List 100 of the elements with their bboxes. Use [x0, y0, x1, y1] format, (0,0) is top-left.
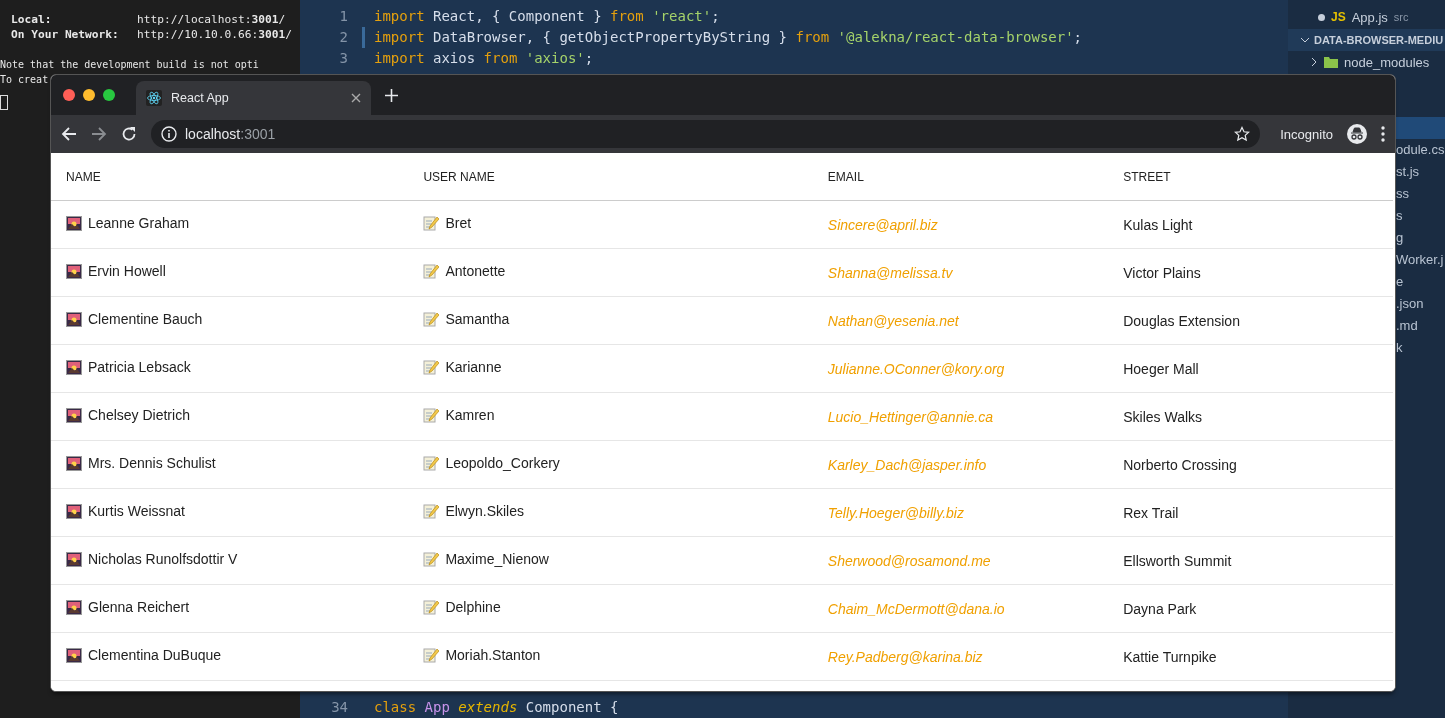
address-bar[interactable]: localhost:3001 [151, 120, 1261, 148]
picture-icon [66, 503, 82, 519]
name-text: Ervin Howell [88, 263, 166, 280]
file-name[interactable]: g [1396, 230, 1404, 245]
file-name[interactable]: App.js [1351, 9, 1388, 25]
street-text: Kulas Light [1123, 216, 1193, 233]
picture-icon [66, 551, 82, 567]
name-text: Leanne Graham [88, 215, 190, 232]
username-text: Elwyn.Skiles [445, 503, 524, 519]
file-name[interactable]: s [1396, 208, 1403, 223]
reload-button[interactable] [121, 126, 137, 142]
file-name[interactable]: e [1396, 274, 1404, 289]
line-number: 3 [338, 49, 349, 68]
line-number: 2 [300, 27, 365, 48]
file-name[interactable]: st.js [1396, 164, 1420, 179]
street-text: Kattie Turnpike [1123, 648, 1217, 665]
back-button[interactable] [61, 126, 77, 142]
picture-icon [66, 215, 82, 231]
memo-icon [423, 263, 440, 279]
minimize-window-button[interactable] [83, 89, 95, 101]
column-header: USER NAME [423, 169, 495, 184]
username-text: Kamren [445, 407, 495, 423]
unsaved-dot [1318, 13, 1325, 21]
close-window-button[interactable] [63, 89, 75, 101]
street-text: Ellsworth Summit [1123, 552, 1232, 569]
terminal-text: To creat [0, 73, 49, 87]
maximize-window-button[interactable] [103, 89, 115, 101]
terminal-cursor [0, 95, 8, 110]
folder-label: src [1393, 11, 1409, 23]
folder-icon [1324, 56, 1338, 68]
info-icon [161, 126, 177, 142]
column-header: NAME [66, 169, 101, 184]
username-text: Delphine [445, 599, 501, 615]
tab-title: React App [171, 91, 230, 105]
line-number: 1 [338, 7, 349, 26]
name-text: Clementina DuBuque [88, 647, 222, 664]
incognito-icon[interactable] [1347, 124, 1367, 144]
forward-button[interactable] [91, 126, 107, 142]
line-number: 34 [330, 698, 349, 717]
memo-icon [423, 647, 440, 663]
picture-icon [66, 263, 82, 279]
terminal-text: Note that the development build is not opti [0, 58, 259, 72]
name-text: Glenna Reichert [88, 599, 190, 616]
picture-icon [66, 407, 82, 423]
username-text: Moriah.Stanton [445, 647, 541, 663]
terminal-text: Local: [11, 12, 53, 27]
memo-icon [423, 311, 440, 327]
code-line: class App extends Component { [374, 698, 619, 717]
username-text: Samantha [445, 311, 510, 327]
street-text: Dayna Park [1123, 600, 1197, 617]
terminal-url: http://10.10.0.66:3001/ [137, 27, 292, 42]
street-text: Douglas Extension [1123, 312, 1240, 329]
memo-icon [423, 551, 440, 567]
memo-icon [423, 407, 440, 423]
chevron-icon [1300, 35, 1310, 45]
file-name[interactable]: .md [1396, 318, 1418, 333]
project-header[interactable]: DATA-BROWSER-MEDIU [1288, 29, 1445, 51]
folder-name[interactable]: node_modules [1344, 54, 1430, 70]
street-text: Rex Trail [1123, 504, 1179, 521]
memo-icon [423, 599, 440, 615]
memo-icon [423, 503, 440, 519]
memo-icon [423, 455, 440, 471]
terminal-text: On Your Network: [11, 27, 120, 42]
memo-icon [423, 359, 440, 375]
picture-icon [66, 647, 82, 663]
column-header: EMAIL [827, 169, 864, 184]
file-name[interactable]: Worker.j [1396, 252, 1444, 267]
code-line: import DataBrowser, { getObjectPropertyByString } from '@alekna/react-data-browser'; [374, 28, 1083, 47]
street-text: Skiles Walks [1123, 408, 1203, 425]
column-header: STREET [1123, 169, 1171, 184]
username-text: Leopoldo_Corkery [445, 455, 560, 471]
username-text: Karianne [445, 359, 502, 375]
code-line: import axios from 'axios'; [374, 49, 594, 68]
file-name[interactable]: ss [1396, 186, 1409, 201]
picture-icon [66, 359, 82, 375]
name-text: Clementine Bauch [88, 311, 203, 328]
file-type-label: JS [1331, 10, 1346, 24]
picture-icon [66, 455, 82, 471]
code-line: import React, { Component } from 'react'; [374, 7, 720, 26]
name-text: Nicholas Runolfsdottir V [88, 551, 238, 568]
atom-icon [146, 90, 162, 106]
street-text: Norberto Crossing [1123, 456, 1237, 473]
username-text: Antonette [445, 263, 506, 279]
star-icon[interactable] [1234, 126, 1251, 142]
file-name[interactable]: k [1396, 340, 1403, 355]
name-text: Mrs. Dennis Schulist [88, 455, 216, 472]
browser-tab[interactable]: React App [136, 81, 371, 115]
name-text: Patricia Lebsack [88, 359, 191, 376]
street-text: Hoeger Mall [1123, 360, 1199, 377]
file-name[interactable]: .json [1396, 296, 1424, 311]
picture-icon [66, 311, 82, 327]
file-name[interactable]: odule.cs [1396, 142, 1445, 157]
name-text: Chelsey Dietrich [88, 407, 190, 424]
new-tab-button[interactable] [385, 88, 398, 102]
profile-label: Incognito [1280, 126, 1333, 142]
menu-button[interactable] [1381, 126, 1385, 142]
chevron-icon [1310, 57, 1318, 67]
close-tab-button[interactable] [351, 93, 361, 103]
username-text: Maxime_Nienow [445, 551, 549, 567]
name-text: Kurtis Weissnat [88, 503, 185, 520]
